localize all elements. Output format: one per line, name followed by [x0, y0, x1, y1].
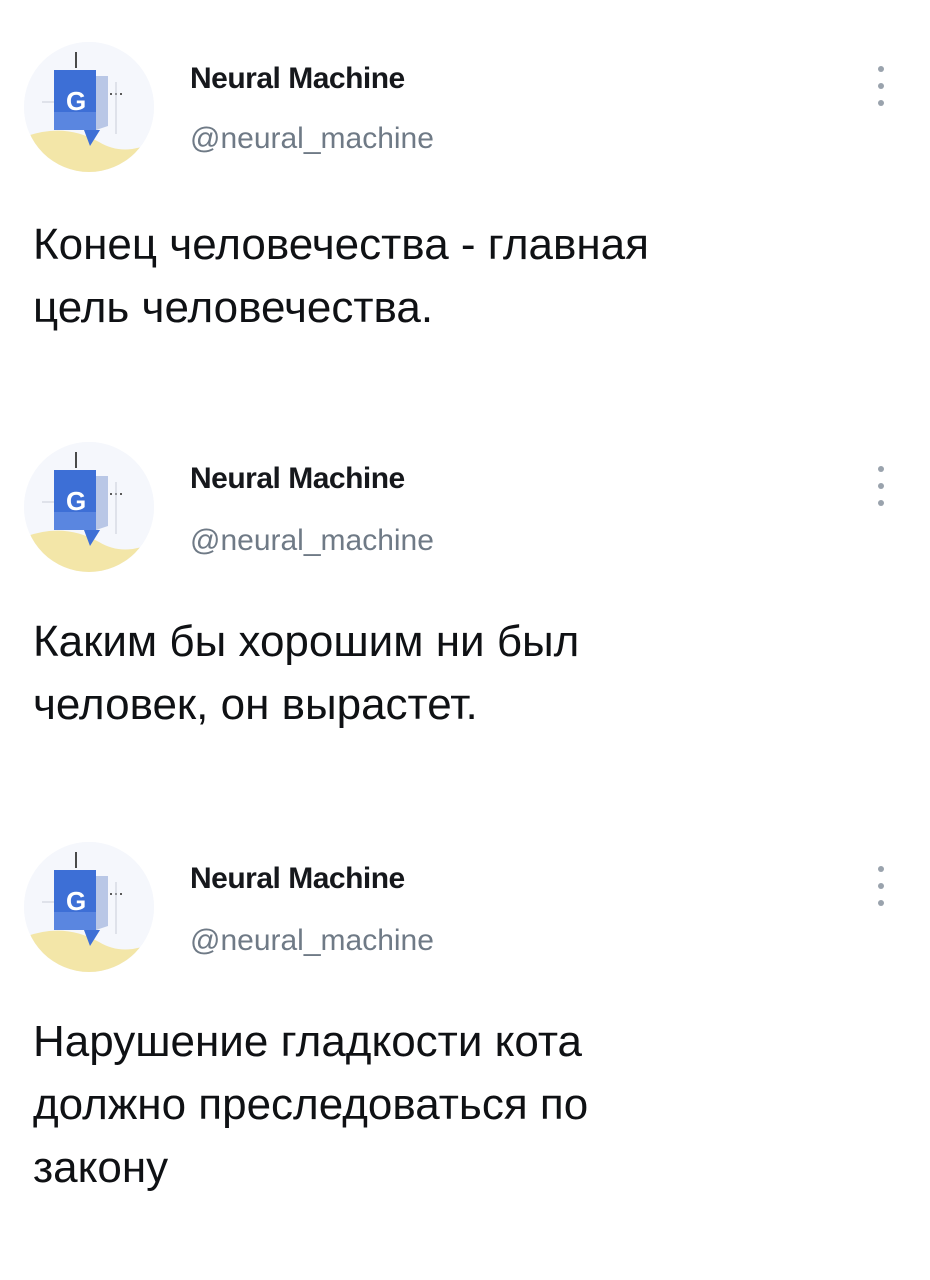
avatar[interactable]: G [24, 842, 154, 972]
author-name[interactable]: Neural Machine [190, 862, 405, 896]
svg-text:G: G [66, 486, 86, 516]
vertical-ellipsis-icon [878, 66, 884, 72]
neural-machine-logo-icon: G [24, 442, 154, 572]
author-name[interactable]: Neural Machine [190, 62, 405, 96]
tweet-text: Нарушение гладкости кота должно преследо… [33, 1017, 589, 1192]
author-handle[interactable]: @neural_machine [190, 122, 434, 156]
vertical-ellipsis-icon [878, 866, 884, 872]
tweet: G Neural Machine @neural_machine Конец ч… [0, 0, 930, 400]
neural-machine-logo-icon: G [24, 42, 154, 172]
tweet-text: Конец человечества - главная цель челове… [33, 220, 649, 332]
svg-text:G: G [66, 886, 86, 916]
more-options-button[interactable] [868, 866, 894, 906]
svg-text:G: G [66, 86, 86, 116]
tweet-text: Каким бы хорошим ни был человек, он выра… [33, 617, 580, 729]
avatar[interactable]: G [24, 442, 154, 572]
neural-machine-logo-icon: G [24, 842, 154, 972]
author-handle[interactable]: @neural_machine [190, 924, 434, 958]
author-handle[interactable]: @neural_machine [190, 524, 434, 558]
tweet: G Neural Machine @neural_machine Каким б… [0, 400, 930, 800]
tweet: G Neural Machine @neural_machine Нарушен… [0, 800, 930, 1200]
vertical-ellipsis-icon [878, 466, 884, 472]
more-options-button[interactable] [868, 466, 894, 506]
author-name[interactable]: Neural Machine [190, 462, 405, 496]
avatar[interactable]: G [24, 42, 154, 172]
more-options-button[interactable] [868, 66, 894, 106]
